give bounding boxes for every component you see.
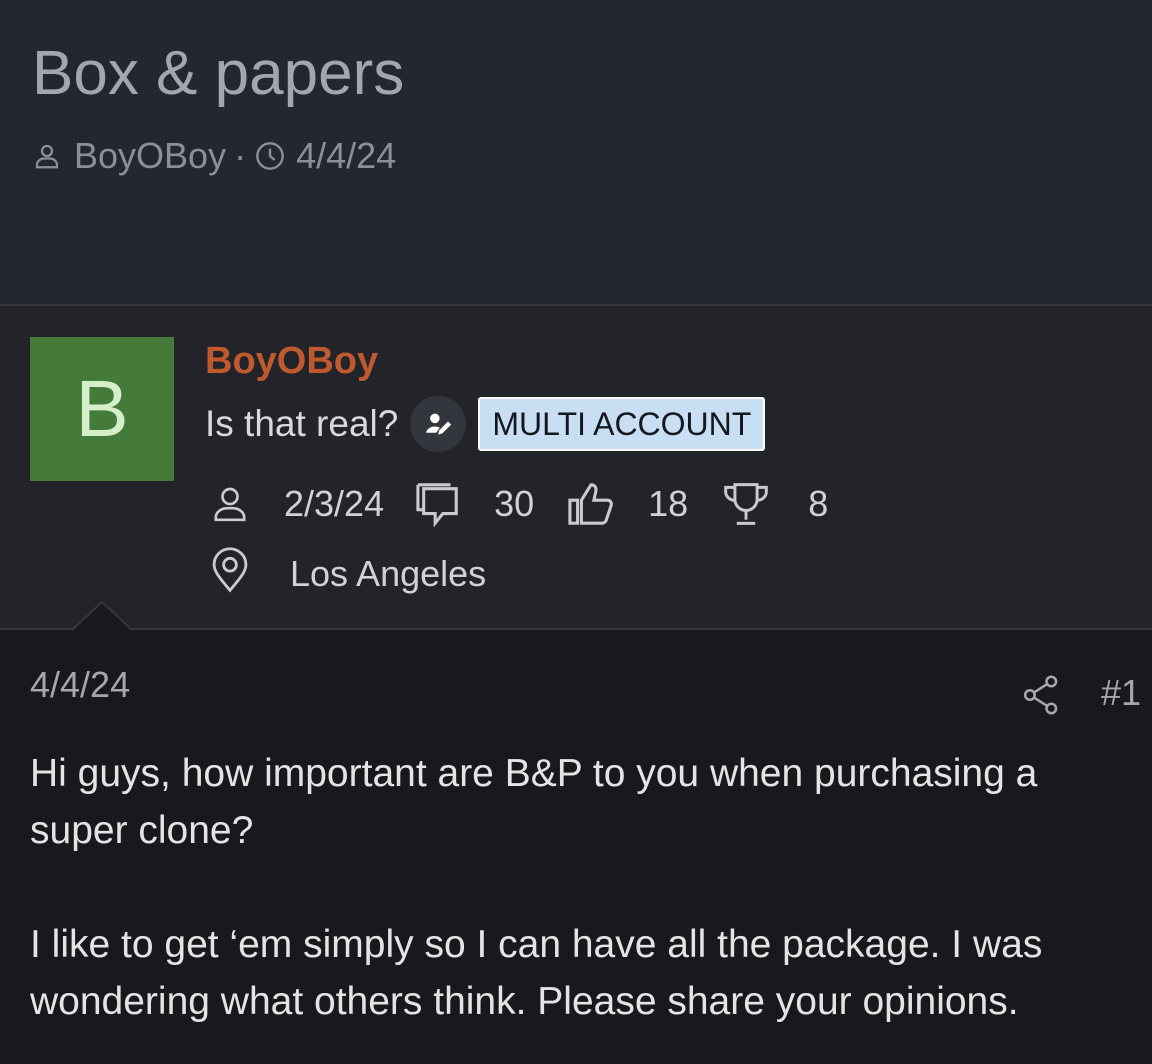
post-body: Hi guys, how important are B&P to you wh… (30, 745, 1140, 1030)
thread-meta: BoyOBoy · 4/4/24 (32, 134, 396, 178)
post-user-block: B BoyOBoy Is that real? MULTI ACCOUNT 2/… (0, 306, 1152, 630)
joined-date: 2/3/24 (284, 483, 385, 524)
speech-bubble-icon (414, 481, 464, 527)
user-stats: 2/3/24 30 18 8 (210, 476, 828, 532)
message-count: 30 (494, 483, 535, 524)
post-number-link[interactable]: #1 (1101, 672, 1141, 714)
thumbs-up-icon (566, 481, 616, 527)
clock-icon (254, 140, 286, 172)
thread-author-link[interactable]: BoyOBoy (74, 135, 226, 177)
post-arrow (72, 601, 132, 631)
share-icon[interactable] (1022, 674, 1060, 716)
user-banner-badge: MULTI ACCOUNT (478, 397, 766, 451)
meta-separator: · (234, 135, 247, 176)
reaction-score: 18 (648, 483, 689, 524)
user-outline-icon (210, 484, 250, 524)
avatar[interactable]: B (30, 337, 174, 481)
thread-date-link[interactable]: 4/4/24 (296, 135, 396, 177)
thread-title: Box & papers (32, 39, 405, 108)
user-title: Is that real? (205, 403, 399, 444)
location-pin-icon (210, 546, 250, 602)
post-date-link[interactable]: 4/4/24 (30, 664, 130, 706)
user-title-row: Is that real? MULTI ACCOUNT (205, 394, 766, 454)
username-link[interactable]: BoyOBoy (205, 340, 378, 383)
post-paragraph: Hi guys, how important are B&P to you wh… (30, 752, 1038, 852)
post-paragraph: I like to get ‘em simply so I can have a… (30, 923, 1043, 1023)
trophy-points: 8 (808, 483, 829, 524)
user-location: Los Angeles (210, 546, 486, 602)
thread-header: Box & papers BoyOBoy · 4/4/24 (0, 0, 1152, 306)
edit-user-icon (410, 396, 467, 452)
user-outline-icon (32, 141, 62, 171)
location-link[interactable]: Los Angeles (290, 553, 486, 595)
trophy-icon (722, 481, 770, 527)
